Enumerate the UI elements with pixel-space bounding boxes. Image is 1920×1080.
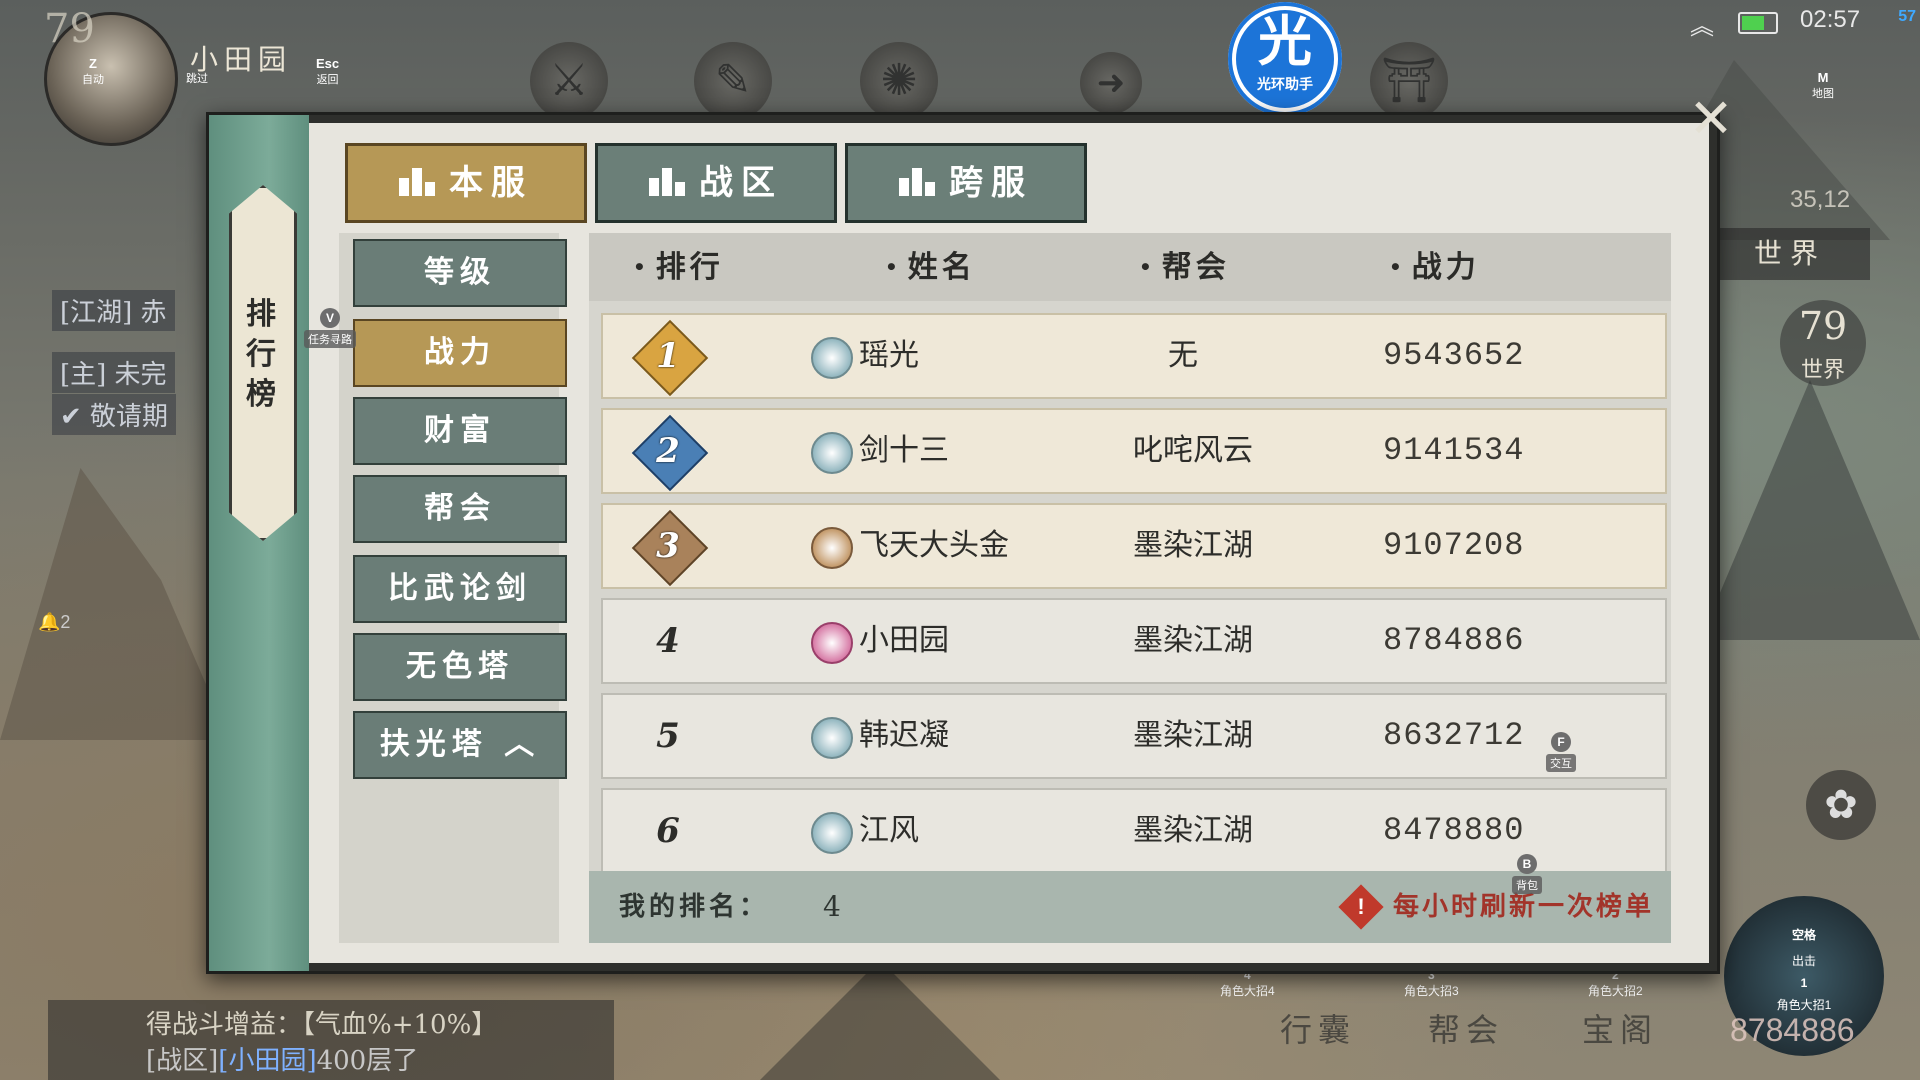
map-coordinates: 35,12	[1790, 186, 1851, 213]
back-key[interactable]: Esc 返回	[316, 56, 339, 87]
rank-number: 4	[656, 621, 680, 661]
ranking-icon	[649, 168, 685, 196]
battle-icon[interactable]: ⚔	[530, 42, 608, 120]
player-name: 小田园	[190, 43, 293, 76]
ranking-icon	[899, 168, 935, 196]
leaderboard-dialog: 排行榜 本服 战区 跨服 等级 战力 财富 帮会 比武论剑 无色塔 扶光塔 ︿ …	[206, 112, 1720, 974]
category-power[interactable]: 战力	[353, 319, 567, 387]
rose-class-icon	[811, 622, 853, 664]
category-panel: 等级 战力 财富 帮会 比武论剑 无色塔 扶光塔 ︿	[339, 233, 567, 943]
rank-number: 3	[656, 526, 680, 566]
close-icon[interactable]: ✕	[1684, 92, 1738, 146]
rank-number: 1	[656, 336, 680, 376]
table-row[interactable]: 3 飞天大头金 墨染江湖 9107208	[601, 503, 1667, 589]
table-row[interactable]: 5 韩迟凝 墨染江湖 8632712	[601, 693, 1667, 779]
hint-bag[interactable]: B 背包	[1512, 854, 1542, 894]
category-tournament[interactable]: 比武论剑	[353, 555, 567, 623]
battery-icon	[1738, 12, 1778, 34]
shop-menu[interactable]: 宝阁	[1582, 1005, 1658, 1051]
rank-number: 6	[656, 811, 680, 851]
battery-percent: 57	[1898, 8, 1916, 25]
tab-server[interactable]: 本服	[345, 143, 587, 223]
rank-number: 2	[656, 431, 680, 471]
my-rank-bar: 我的排名： 4 ! 每小时刷新一次榜单	[589, 871, 1671, 943]
dialog-title: 排行榜	[246, 297, 276, 412]
combat-power-readout: 8784886	[1730, 1012, 1855, 1048]
category-fuguang-tower[interactable]: 扶光塔 ︿	[353, 711, 567, 779]
auto-key[interactable]: Z 自动	[82, 56, 104, 87]
lotus-class-icon	[811, 717, 853, 759]
power-cell: 8784886	[1383, 622, 1525, 659]
map-key[interactable]: M 地图	[1812, 70, 1834, 101]
guild-cell: 叱咤风云	[1133, 433, 1253, 468]
chat-message: 得战斗增益：【气血%+10%】	[146, 1010, 498, 1040]
tab-cross-server[interactable]: 跨服	[845, 143, 1087, 223]
world-tab[interactable]: 世界	[1710, 228, 1870, 280]
my-rank-value: 4	[823, 890, 841, 923]
scroll-icon[interactable]: ✎	[694, 42, 772, 120]
leaderboard-table: 排行 姓名 帮会 战力 1 瑶光 无 9543652 2 剑十三 叱咤风云 91…	[589, 233, 1671, 943]
chat-message: [战区][小田园]400层了	[146, 1046, 419, 1076]
player-name-cell: 瑶光	[859, 338, 919, 373]
lotus-class-icon	[811, 432, 853, 474]
guild-cell: 无	[1168, 338, 1198, 373]
chat-line: [主] 未完	[52, 352, 175, 393]
table-row[interactable]: 4 小田园 墨染江湖 8784886	[601, 598, 1667, 684]
arrow-right-icon[interactable]: ➜	[1080, 52, 1142, 114]
player-level: 79	[44, 6, 95, 52]
bottom-chat-panel[interactable]: 得战斗增益：【气血%+10%】 [战区][小田园]400层了	[48, 1000, 614, 1080]
lotus-class-icon	[811, 812, 853, 854]
dialog-body: 本服 战区 跨服 等级 战力 财富 帮会 比武论剑 无色塔 扶光塔 ︿ 排行 姓…	[309, 123, 1709, 963]
power-cell: 9141534	[1383, 432, 1525, 469]
chat-line: ✔ 敬请期	[52, 394, 177, 435]
power-cell: 9107208	[1383, 527, 1525, 564]
table-header: 排行 姓名 帮会 战力	[589, 233, 1671, 301]
world-channel-button[interactable]: 79 世界	[1780, 300, 1866, 386]
ranking-icon	[399, 168, 435, 196]
power-cell: 8478880	[1383, 812, 1525, 849]
hint-task-path[interactable]: V 任务寻路	[304, 308, 356, 348]
hint-interact[interactable]: F 交互	[1546, 732, 1576, 772]
table-row[interactable]: 6 江风 墨染江湖 8478880	[601, 788, 1667, 874]
clock: 02:57	[1800, 6, 1861, 33]
my-rank-label: 我的排名：	[619, 892, 770, 922]
table-row[interactable]: 1 瑶光 无 9543652	[601, 313, 1667, 399]
tab-war-zone[interactable]: 战区	[595, 143, 837, 223]
chat-line: [江湖] 赤	[52, 290, 175, 331]
flower-skill-icon[interactable]: ✿	[1806, 770, 1876, 840]
column-rank: 排行	[633, 233, 724, 301]
rank-number: 5	[656, 716, 680, 756]
guild-cell: 墨染江湖	[1133, 718, 1253, 753]
helper-app-button[interactable]: 光 光环助手	[1228, 2, 1342, 116]
bag-menu[interactable]: 行囊	[1280, 1005, 1356, 1051]
guild-cell: 墨染江湖	[1133, 813, 1253, 848]
category-wealth[interactable]: 财富	[353, 397, 567, 465]
gourd-class-icon	[811, 527, 853, 569]
wifi-icon: ︽	[1690, 13, 1714, 40]
warning-mark: !	[1357, 894, 1365, 919]
table-row[interactable]: 2 剑十三 叱咤风云 9141534	[601, 408, 1667, 494]
event-icon[interactable]: ⛩	[1370, 42, 1448, 120]
player-name-cell: 剑十三	[859, 433, 949, 468]
category-guild[interactable]: 帮会	[353, 475, 567, 543]
dialog-spine: 排行榜	[209, 115, 309, 971]
power-cell: 9543652	[1383, 337, 1525, 374]
column-power: 战力	[1389, 233, 1480, 301]
guild-cell: 墨染江湖	[1133, 623, 1253, 658]
lotus-class-icon	[811, 337, 853, 379]
column-name: 姓名	[885, 233, 976, 301]
player-name-cell: 韩迟凝	[859, 718, 949, 753]
flame-icon[interactable]: ✺	[860, 42, 938, 120]
player-name-cell: 江风	[859, 813, 919, 848]
notification-bell[interactable]: 🔔2	[38, 612, 70, 633]
category-colorless-tower[interactable]: 无色塔	[353, 633, 567, 701]
player-name-cell: 小田园	[859, 623, 949, 658]
guild-menu[interactable]: 帮会	[1428, 1005, 1504, 1051]
power-cell: 8632712	[1383, 717, 1525, 754]
guild-cell: 墨染江湖	[1133, 528, 1253, 563]
category-level[interactable]: 等级	[353, 239, 567, 307]
column-guild: 帮会	[1139, 233, 1230, 301]
player-name-cell: 飞天大头金	[859, 528, 1009, 563]
